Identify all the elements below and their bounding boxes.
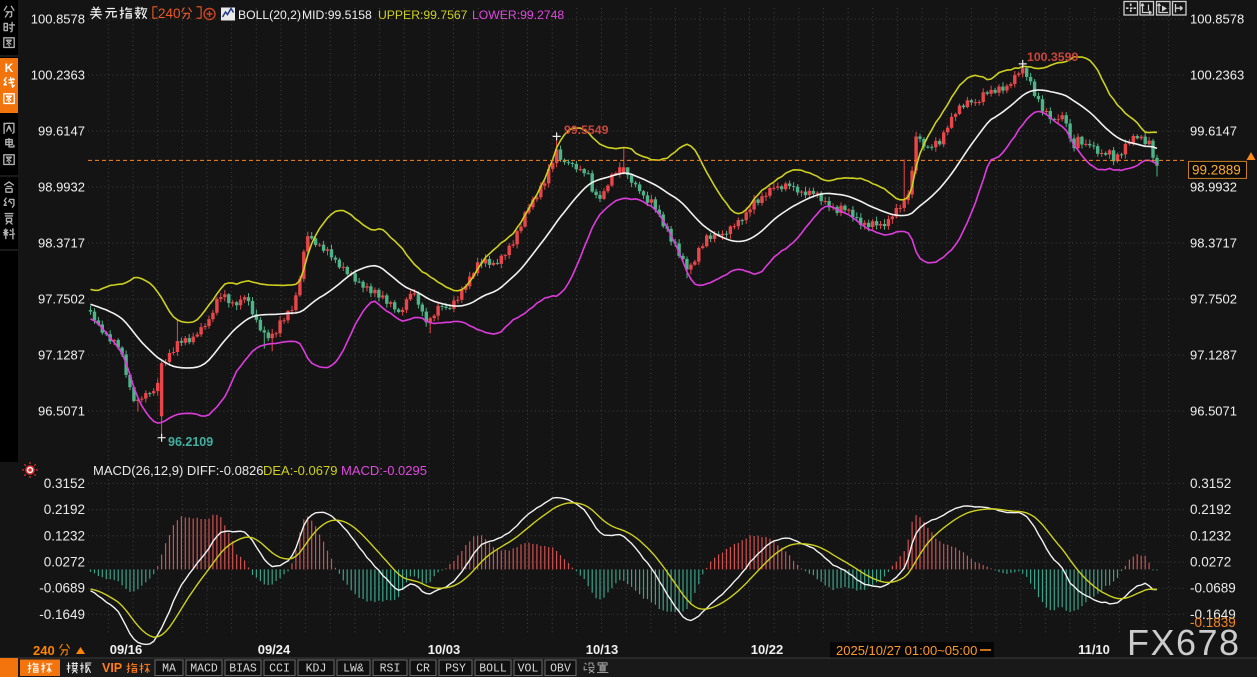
svg-text:-0.1649: -0.1649 [39,607,85,622]
svg-text:0.3152: 0.3152 [44,476,85,491]
svg-text:OBV: OBV [550,663,571,676]
svg-text:FX678: FX678 [1127,622,1241,663]
svg-text:10/03: 10/03 [428,642,461,657]
svg-text:98.9932: 98.9932 [1190,180,1237,195]
svg-text:UPPER:99.7567: UPPER:99.7567 [378,8,468,22]
svg-text:96.5071: 96.5071 [1190,404,1237,419]
svg-text:LW&: LW& [343,663,364,676]
svg-text:2025/10/27 01:00~05:00: 2025/10/27 01:00~05:00 [836,643,977,658]
svg-text:CCI: CCI [269,663,290,676]
svg-text:100.2363: 100.2363 [1190,68,1244,83]
svg-text:0.3152: 0.3152 [1190,476,1231,491]
svg-text:LOWER:99.2748: LOWER:99.2748 [472,8,564,22]
svg-text:97.7502: 97.7502 [38,292,85,307]
svg-text:DEA:-0.0679: DEA:-0.0679 [263,463,337,478]
svg-text:98.3717: 98.3717 [1190,236,1237,251]
svg-text:-0.0689: -0.0689 [1190,581,1236,596]
svg-text:10/22: 10/22 [751,642,784,657]
svg-text:CR: CR [416,663,430,676]
svg-text:09/24: 09/24 [258,642,291,657]
svg-text:BIAS: BIAS [229,663,257,676]
svg-text:MACD:-0.0295: MACD:-0.0295 [341,463,427,478]
svg-text:99.6147: 99.6147 [1190,124,1237,139]
svg-text:0.0272: 0.0272 [1190,554,1231,569]
svg-text:240: 240 [33,643,55,658]
svg-text:MA: MA [162,663,176,676]
svg-text:99.5549: 99.5549 [564,123,609,137]
svg-text:0.2192: 0.2192 [44,502,85,517]
svg-text:99.6147: 99.6147 [38,124,85,139]
svg-text:MID:99.5158: MID:99.5158 [302,8,372,22]
svg-text:98.3717: 98.3717 [38,236,85,251]
svg-text:VIP: VIP [102,661,122,675]
svg-text:VOL: VOL [518,663,539,676]
svg-text:0.0272: 0.0272 [44,554,85,569]
svg-text:RSI: RSI [380,663,401,676]
svg-text:99.2889: 99.2889 [1192,162,1241,177]
svg-text:98.9932: 98.9932 [38,180,85,195]
svg-text:BOLL: BOLL [479,663,507,676]
svg-text:240: 240 [158,6,181,21]
svg-text:100.8578: 100.8578 [1190,12,1244,27]
svg-text:100.8578: 100.8578 [31,12,85,27]
svg-text:09/16: 09/16 [110,642,143,657]
svg-text:-0.0689: -0.0689 [39,581,85,596]
svg-text:97.7502: 97.7502 [1190,292,1237,307]
svg-text:MACD(26,12,9) DIFF:-0.0826: MACD(26,12,9) DIFF:-0.0826 [93,463,264,478]
svg-text:0.1232: 0.1232 [1190,528,1231,543]
svg-text:BOLL(20,2): BOLL(20,2) [238,8,301,22]
svg-text:96.5071: 96.5071 [38,404,85,419]
svg-text:K: K [5,61,14,75]
svg-text:10/13: 10/13 [586,642,619,657]
svg-text:100.2363: 100.2363 [31,68,85,83]
svg-text:KDJ: KDJ [306,663,327,676]
svg-text:PSY: PSY [445,663,466,676]
svg-text:96.2109: 96.2109 [168,435,213,449]
svg-text:97.1287: 97.1287 [1190,348,1237,363]
svg-text:97.1287: 97.1287 [38,348,85,363]
svg-text:100.3599: 100.3599 [1027,50,1078,64]
svg-text:11/10: 11/10 [1078,642,1110,657]
svg-text:0.1232: 0.1232 [44,528,85,543]
svg-text:0.2192: 0.2192 [1190,502,1231,517]
svg-text:MACD: MACD [190,663,218,676]
